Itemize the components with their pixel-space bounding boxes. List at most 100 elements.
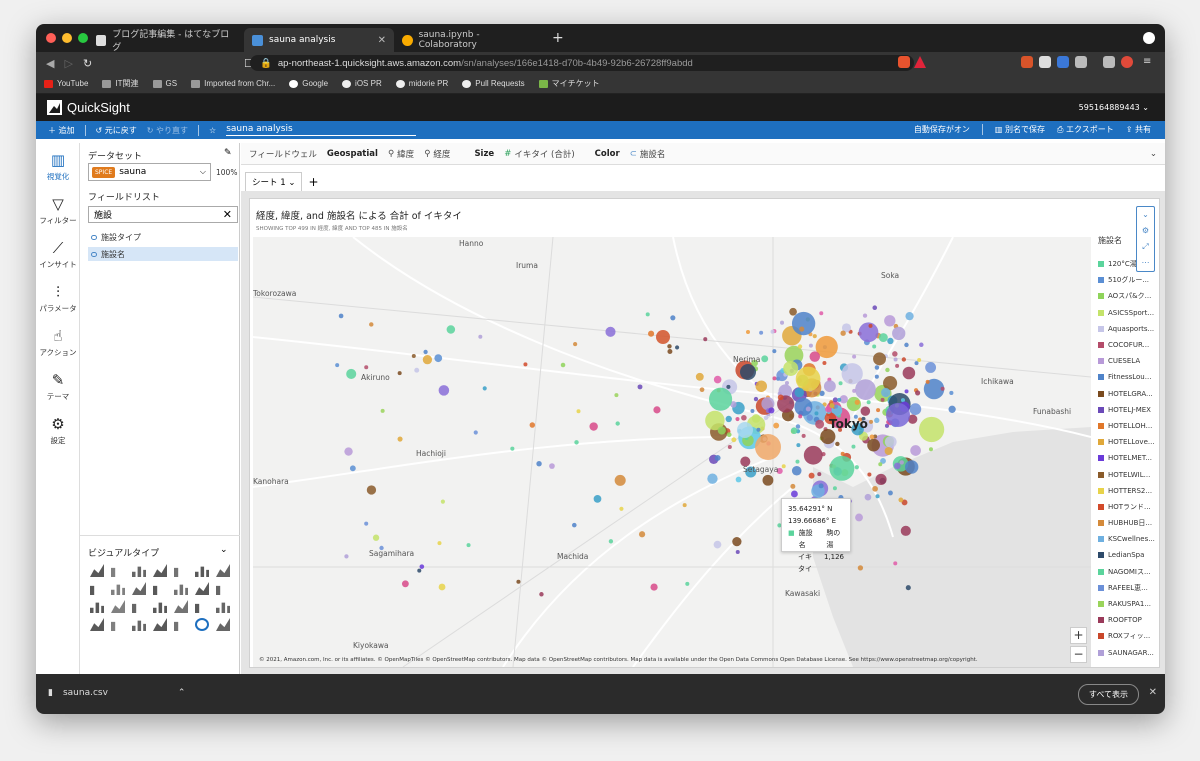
facility-bubble[interactable] xyxy=(884,446,893,456)
facility-bubble[interactable] xyxy=(473,430,478,435)
facility-bubble[interactable] xyxy=(750,408,755,413)
facility-bubble[interactable] xyxy=(790,483,796,489)
facility-bubble[interactable] xyxy=(783,360,799,376)
facility-bubble[interactable] xyxy=(791,311,816,336)
facility-bubble[interactable] xyxy=(619,506,624,511)
legend-item[interactable]: HOTTERS2... xyxy=(1098,483,1160,499)
visual-type-button[interactable] xyxy=(195,582,209,595)
facility-bubble[interactable] xyxy=(777,394,784,401)
legend-item[interactable]: NAGOMIス... xyxy=(1098,564,1160,580)
facility-bubble[interactable] xyxy=(695,372,704,381)
facility-bubble[interactable] xyxy=(675,345,680,350)
facility-bubble[interactable] xyxy=(419,564,425,569)
visual-type-button[interactable] xyxy=(153,602,167,613)
facility-bubble[interactable] xyxy=(344,447,353,456)
facility-bubble[interactable] xyxy=(536,461,542,467)
facility-bubble[interactable] xyxy=(805,406,811,412)
facility-bubble[interactable] xyxy=(887,337,894,345)
more-options-icon[interactable]: ⋯ xyxy=(1137,255,1154,271)
facility-bubble[interactable] xyxy=(833,404,839,409)
minimize-window-button[interactable] xyxy=(62,33,72,43)
facility-bubble[interactable] xyxy=(832,397,838,403)
facility-bubble[interactable] xyxy=(806,414,813,421)
facility-bubble[interactable] xyxy=(346,368,357,379)
facility-bubble[interactable] xyxy=(876,408,881,413)
facility-bubble[interactable] xyxy=(372,534,380,541)
facility-bubble[interactable] xyxy=(874,417,880,424)
facility-bubble[interactable] xyxy=(803,445,823,465)
edit-dataset-pencil-icon[interactable]: ✎ xyxy=(224,148,232,158)
redo-button[interactable]: ↻ やり直す xyxy=(147,125,188,136)
facility-bubble[interactable] xyxy=(478,334,483,339)
facility-bubble[interactable] xyxy=(364,521,369,526)
facility-bubble[interactable] xyxy=(608,539,614,544)
visual-type-button[interactable] xyxy=(90,618,104,631)
facility-bubble[interactable] xyxy=(380,408,385,413)
extension-3-icon[interactable] xyxy=(1057,56,1069,68)
facility-bubble[interactable] xyxy=(900,525,911,536)
facility-bubble[interactable] xyxy=(885,367,890,373)
facility-bubble[interactable] xyxy=(809,351,821,362)
facility-bubble[interactable] xyxy=(784,380,789,385)
facility-bubble[interactable] xyxy=(855,379,876,400)
field-facility-name[interactable]: 施設名 xyxy=(88,247,238,261)
collapse-chevron-icon[interactable]: ⌄ xyxy=(220,545,228,555)
legend-item[interactable]: Aquasports... xyxy=(1098,321,1160,337)
facility-bubble[interactable] xyxy=(605,326,616,337)
rail-themes[interactable]: ✎ テーマ xyxy=(36,371,80,402)
facility-bubble[interactable] xyxy=(875,473,887,486)
facility-bubble[interactable] xyxy=(446,325,456,334)
visual-type-button[interactable] xyxy=(195,603,200,613)
facility-bubble[interactable] xyxy=(918,416,945,443)
facility-bubble[interactable] xyxy=(860,406,871,416)
facility-bubble[interactable] xyxy=(837,397,842,402)
zoom-in-button[interactable]: + xyxy=(1070,627,1087,644)
facility-bubble[interactable] xyxy=(741,414,747,421)
facility-bubble[interactable] xyxy=(366,485,377,495)
legend-item[interactable]: ROOFTOP xyxy=(1098,612,1160,628)
visual-type-button[interactable] xyxy=(90,564,104,577)
collapse-visual-icon[interactable]: ⌄ xyxy=(1137,207,1154,223)
facility-bubble[interactable] xyxy=(904,389,909,394)
visual-type-button[interactable] xyxy=(195,618,209,631)
legend-item[interactable]: SAUNAGAR... xyxy=(1098,645,1160,661)
add-button[interactable]: ＋ 追加 xyxy=(48,125,75,136)
sheet-tab-1[interactable]: シート 1 ⌄ xyxy=(245,172,303,191)
facility-bubble[interactable] xyxy=(829,455,855,481)
facility-bubble[interactable] xyxy=(795,459,800,464)
facility-bubble[interactable] xyxy=(726,432,732,438)
facility-bubble[interactable] xyxy=(902,366,916,380)
undo-button[interactable]: ↺ 元に戻す xyxy=(96,125,137,136)
facility-bubble[interactable] xyxy=(829,402,835,409)
facility-bubble[interactable] xyxy=(888,490,893,496)
facility-bubble[interactable] xyxy=(925,362,937,373)
visual-type-button[interactable] xyxy=(132,582,146,595)
facility-bubble[interactable] xyxy=(731,437,737,443)
facility-bubble[interactable] xyxy=(791,465,802,476)
facility-bubble[interactable] xyxy=(539,592,544,597)
facility-bubble[interactable] xyxy=(919,342,924,348)
field-facility-type[interactable]: 施設タイプ xyxy=(88,230,238,244)
facility-bubble[interactable] xyxy=(819,311,824,316)
tab-hatena-blog[interactable]: ブログ記事編集 - はてなブログ xyxy=(88,28,238,53)
facility-bubble[interactable] xyxy=(755,434,781,460)
legend-item[interactable]: HOTELMET... xyxy=(1098,450,1160,466)
facility-bubble[interactable] xyxy=(867,472,872,477)
reload-icon[interactable]: ↻ xyxy=(83,57,92,70)
facility-bubble[interactable] xyxy=(735,416,740,422)
bookmark-google[interactable]: Google xyxy=(289,79,328,88)
facility-bubble[interactable] xyxy=(523,362,528,367)
url-field[interactable]: 🔒 ap-northeast-1.quicksight.aws.amazon.c… xyxy=(250,55,914,71)
facility-bubble[interactable] xyxy=(770,329,775,334)
legend-item[interactable]: SOLASPA... xyxy=(1098,661,1160,666)
facility-bubble[interactable] xyxy=(338,313,344,319)
facility-bubble[interactable] xyxy=(780,320,785,325)
facility-bubble[interactable] xyxy=(685,581,690,586)
facility-bubble[interactable] xyxy=(884,315,896,327)
facility-bubble[interactable] xyxy=(893,462,901,470)
legend-item[interactable]: KSCwellnes... xyxy=(1098,531,1160,547)
bookmark-youtube[interactable]: YouTube xyxy=(44,79,88,88)
zoom-out-button[interactable]: − xyxy=(1070,646,1087,663)
facility-bubble[interactable] xyxy=(740,364,756,380)
bookmark-gs[interactable]: GS xyxy=(152,79,177,88)
